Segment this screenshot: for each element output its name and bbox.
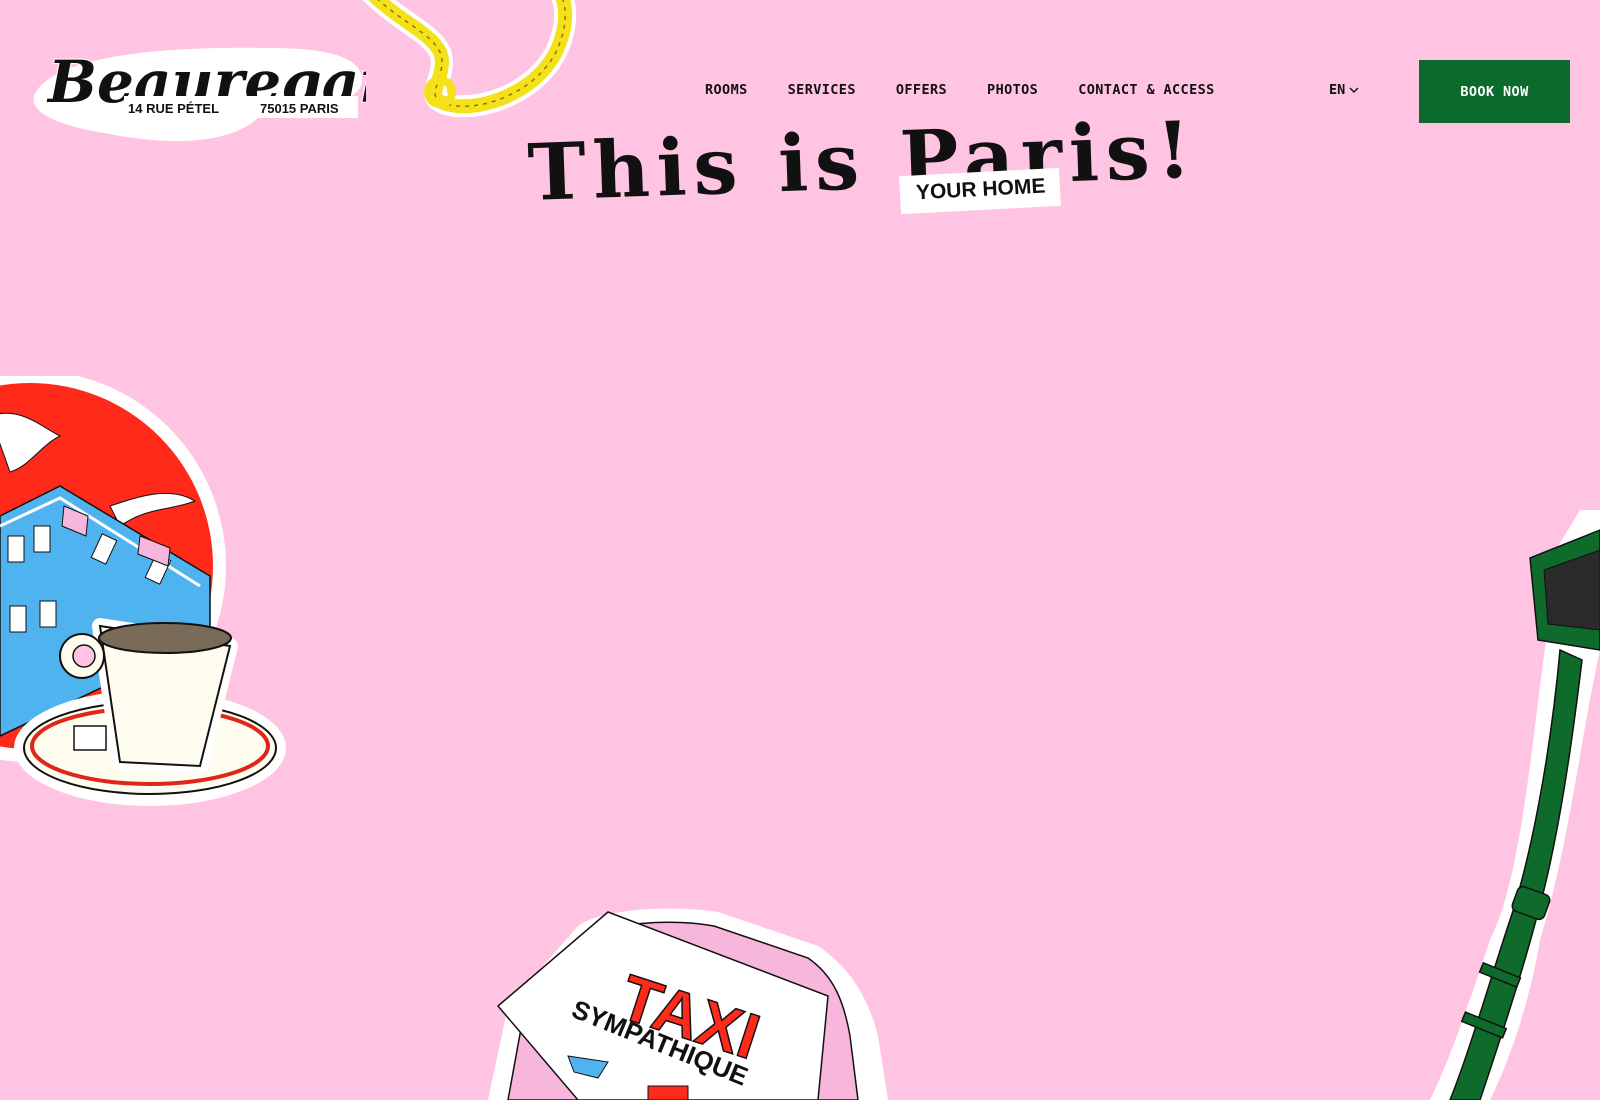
- nav-offers[interactable]: OFFERS: [896, 82, 947, 98]
- nav-contact-access[interactable]: CONTACT & ACCESS: [1078, 82, 1214, 98]
- rope-icon: [360, 0, 580, 120]
- nav-services[interactable]: SERVICES: [788, 82, 856, 98]
- language-code: EN: [1329, 82, 1346, 98]
- book-now-button[interactable]: BOOK NOW: [1419, 60, 1570, 123]
- main-nav: ROOMS SERVICES OFFERS PHOTOS CONTACT & A…: [705, 82, 1255, 98]
- chevron-down-icon: [1349, 87, 1359, 93]
- taxi-sign-icon: TAXI SYMPATHIQUE: [488, 906, 908, 1100]
- brand-logo[interactable]: Beauregard 14 RUE PÉTEL 75015 PARIS: [30, 38, 431, 146]
- coffee-cup-icon: [0, 370, 300, 831]
- brand-address-street: 14 RUE PÉTEL: [128, 101, 219, 116]
- nav-photos[interactable]: PHOTOS: [987, 82, 1038, 98]
- hero-badge: YOUR HOME: [899, 167, 1061, 215]
- nav-rooms[interactable]: ROOMS: [705, 82, 748, 98]
- language-selector[interactable]: EN: [1329, 82, 1359, 98]
- hero-headline: This is Paris!: [526, 104, 1200, 219]
- brand-address-city: 75015 PARIS: [260, 101, 339, 116]
- street-lamp-icon: [1410, 500, 1600, 1100]
